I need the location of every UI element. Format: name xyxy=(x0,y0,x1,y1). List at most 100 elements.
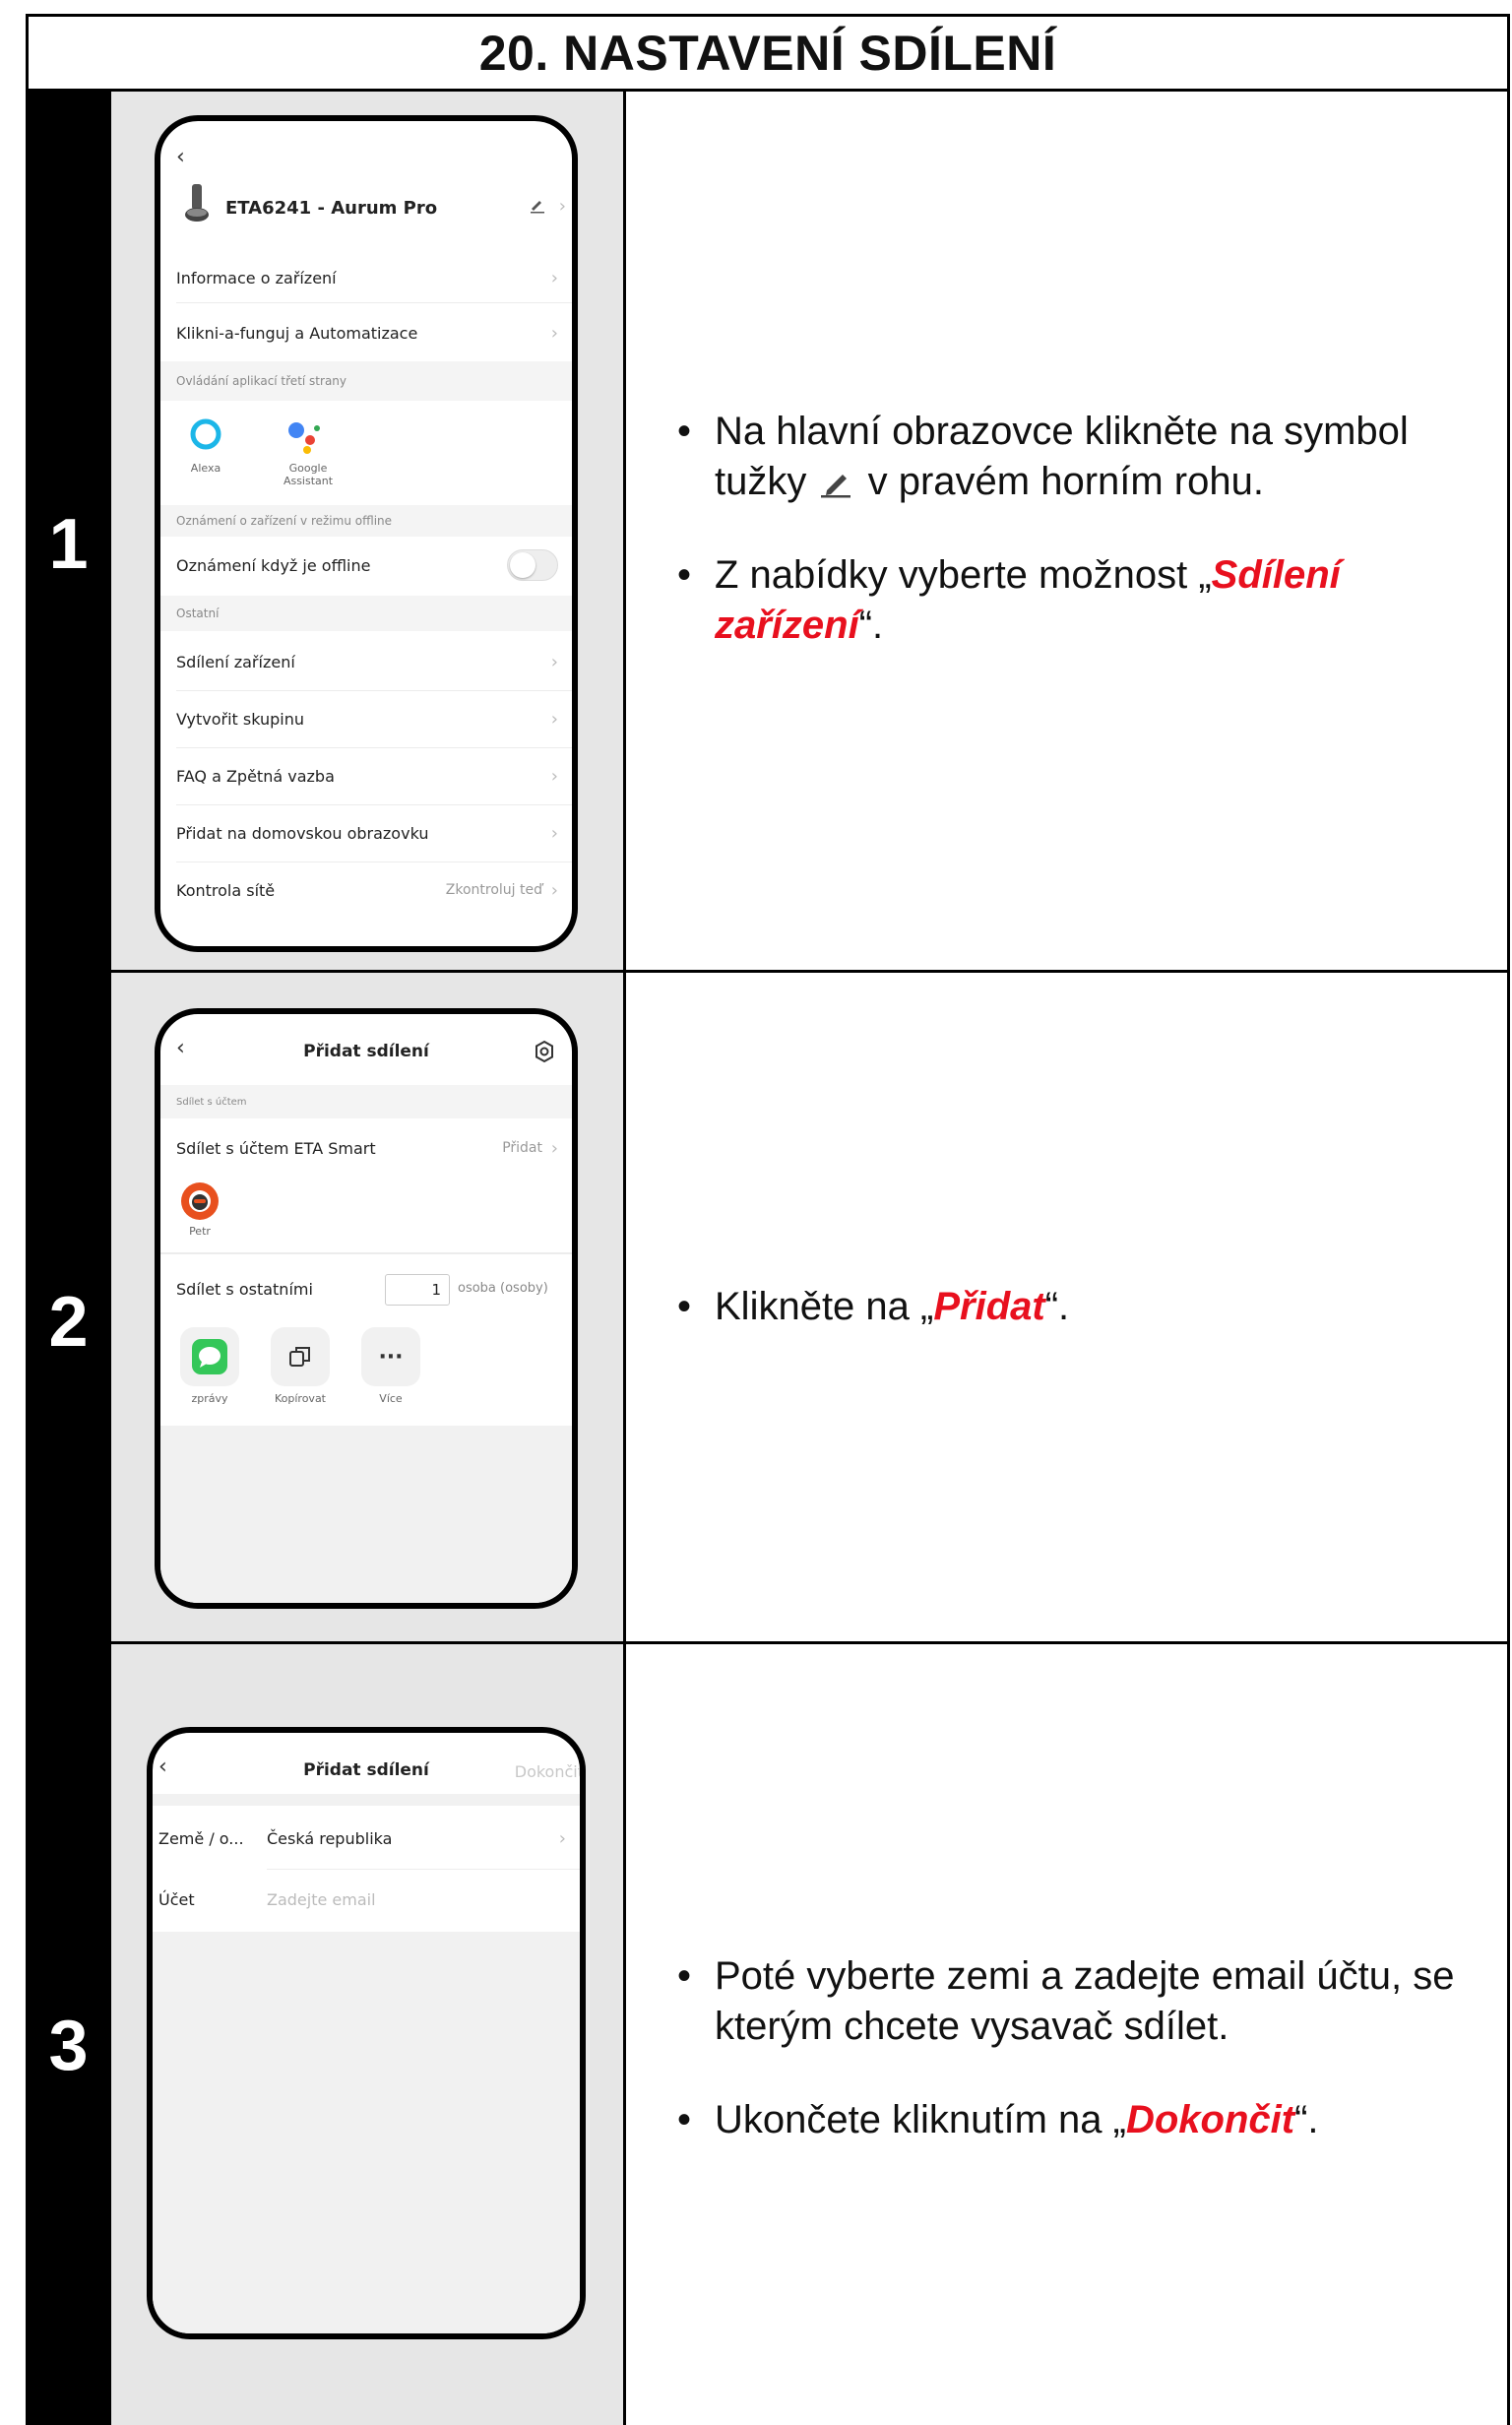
account-row: Účet Zadejte email xyxy=(153,1871,580,1928)
menu-item-create-group[interactable]: Vytvořit skupinu › xyxy=(160,692,572,745)
highlighted-option: Dokončit xyxy=(1125,2098,1295,2141)
copy-icon xyxy=(289,1347,310,1367)
section-other: Ostatní xyxy=(160,596,572,631)
row-label: Sdílet s ostatními xyxy=(176,1279,313,1299)
share-with-account-row[interactable]: Sdílet s účtem ETA Smart Přidat › xyxy=(160,1122,572,1174)
bullet-text: “. xyxy=(1294,2098,1319,2141)
step-1-bullet-1: • Na hlavní obrazovce klikněte na symbol… xyxy=(677,410,1409,503)
google-assistant-icon[interactable] xyxy=(286,418,326,458)
step-3-text-cell: • Poté vyberte zemi a zadejte email účtu… xyxy=(623,1644,1507,2425)
divider xyxy=(176,804,572,805)
phone-add-sharing: ‹ Přidat sdílení Sdílet s účtem Sdílet s… xyxy=(155,1008,578,1609)
step-number-1: 1 xyxy=(48,505,89,584)
phone-add-sharing-email: ‹ Přidat sdílení Dokončit Země / o... Čes… xyxy=(147,1727,586,2339)
menu-item-device-info[interactable]: Informace o zařízení › xyxy=(160,253,572,302)
divider xyxy=(176,302,572,303)
chevron-right-icon: › xyxy=(550,651,558,672)
person-count-input[interactable]: 1 xyxy=(385,1274,450,1306)
back-chevron-icon[interactable]: ‹ xyxy=(176,145,185,169)
chevron-right-icon: › xyxy=(550,267,558,288)
menu-item-label: FAQ a Zpětná vazba xyxy=(176,766,335,786)
pencil-icon xyxy=(817,461,856,498)
menu-item-faq[interactable]: FAQ a Zpětná vazba › xyxy=(160,749,572,802)
section-share-with-account: Sdílet s účtem xyxy=(160,1085,572,1118)
highlighted-option: Přidat xyxy=(933,1285,1045,1328)
divider xyxy=(267,1869,580,1870)
copy-app-tile[interactable] xyxy=(271,1327,330,1386)
chevron-right-icon: › xyxy=(550,1137,558,1159)
more-app-tile[interactable]: ··· xyxy=(361,1327,420,1386)
done-button[interactable]: Dokončit xyxy=(515,1762,580,1781)
add-share-action[interactable]: Přidat xyxy=(502,1140,542,1156)
chevron-right-icon: › xyxy=(558,1827,566,1849)
instruction-page: 20. NASTAVENÍ SDÍLENÍ 1 2 3 ‹ ETA6241 - … xyxy=(26,14,1510,2425)
step-3-bullets: • Poté vyberte zemi a zadejte email účtu… xyxy=(675,1951,1468,2189)
offline-notification-toggle[interactable] xyxy=(507,549,558,581)
header-chevron-icon: › xyxy=(558,196,566,217)
divider xyxy=(160,1252,572,1254)
divider xyxy=(176,690,572,691)
chevron-right-icon: › xyxy=(550,822,558,844)
messages-app-tile[interactable] xyxy=(180,1327,239,1386)
network-check-action[interactable]: Zkontroluj teď xyxy=(446,882,542,898)
divider xyxy=(176,747,572,748)
more-dots-icon: ··· xyxy=(378,1344,404,1370)
email-input[interactable]: Zadejte email xyxy=(267,1890,376,1909)
chevron-right-icon: › xyxy=(550,322,558,344)
alexa-label: Alexa xyxy=(190,462,221,475)
step-3-bullet-2: • Ukončete kliknutím na „Dokončit“. xyxy=(677,2098,1319,2141)
toggle-label: Oznámení když je offline xyxy=(176,555,371,575)
robot-vacuum-icon xyxy=(184,182,209,222)
copy-label: Kopírovat xyxy=(274,1392,326,1405)
menu-item-label: Vytvořit skupinu xyxy=(176,709,305,729)
bullet-text: “. xyxy=(858,604,884,647)
menu-item-network-check[interactable]: Kontrola sítě Zkontroluj teď › xyxy=(160,863,572,917)
step-1-bullet-2: • Z nabídky vyberte možnost „Sdílení zař… xyxy=(677,553,1341,647)
bullet-text: “. xyxy=(1044,1285,1070,1328)
step-3-screenshot-cell: ‹ Přidat sdílení Dokončit Země / o... Čes… xyxy=(108,1644,623,2425)
more-label: Více xyxy=(379,1392,403,1405)
step-2-text-cell: • Klikněte na „Přidat“. xyxy=(623,973,1507,1644)
screen-title: Přidat sdílení xyxy=(303,1042,429,1061)
menu-item-tap-to-run[interactable]: Klikni-a-funguj a Automatizace › xyxy=(160,308,572,357)
step-2-bullets: • Klikněte na „Přidat“. xyxy=(675,1282,1468,1375)
step-1-text-cell: • Na hlavní obrazovce klikněte na symbol… xyxy=(623,92,1507,986)
step-number-2: 2 xyxy=(48,1283,89,1362)
chevron-right-icon: › xyxy=(550,879,558,901)
menu-item-label: Sdílení zařízení xyxy=(176,652,295,671)
person-count-unit: osoba (osoby) xyxy=(458,1281,548,1296)
section-offline: Oznámení o zařízení v režimu offline xyxy=(160,505,572,537)
row-label: Sdílet s účtem ETA Smart xyxy=(176,1138,376,1158)
menu-item-share-device[interactable]: Sdílení zařízení › xyxy=(160,635,572,688)
chevron-right-icon: › xyxy=(550,765,558,787)
page-title: 20. NASTAVENÍ SDÍLENÍ xyxy=(29,17,1507,92)
country-label: Země / o... xyxy=(158,1828,244,1848)
menu-item-label: Informace o zařízení xyxy=(176,268,337,287)
device-name: ETA6241 - Aurum Pro xyxy=(225,198,438,219)
bullet-text: Ukončete kliknutím na „ xyxy=(715,2098,1126,2141)
section-third-party: Ovládání aplikací třetí strany xyxy=(160,361,572,401)
user-avatar xyxy=(180,1181,220,1225)
step-1-screenshot-cell: ‹ ETA6241 - Aurum Pro › Informace o zaří… xyxy=(108,92,623,986)
menu-item-add-home-screen[interactable]: Přidat na domovskou obrazovku › xyxy=(160,806,572,860)
bullet-text: v pravém horním rohu. xyxy=(856,460,1264,503)
country-row[interactable]: Země / o... Česká republika › xyxy=(153,1810,580,1867)
settings-gear-icon[interactable] xyxy=(533,1040,556,1067)
header-spacer xyxy=(153,1794,580,1806)
account-label: Účet xyxy=(158,1889,195,1909)
step-1-bullets: • Na hlavní obrazovce klikněte na symbol… xyxy=(675,407,1468,694)
messages-icon xyxy=(192,1339,227,1374)
country-value: Česká republika xyxy=(267,1828,393,1848)
menu-item-label: Kontrola sítě xyxy=(176,880,276,900)
step-2-bullet-1: • Klikněte na „Přidat“. xyxy=(677,1285,1070,1328)
menu-item-label: Přidat na domovskou obrazovku xyxy=(176,823,429,843)
empty-area xyxy=(160,1426,572,1603)
phone-device-settings: ‹ ETA6241 - Aurum Pro › Informace o zaří… xyxy=(155,115,578,952)
google-assistant-label: Google Assistant xyxy=(283,462,334,487)
step-3-bullet-1: • Poté vyberte zemi a zadejte email účtu… xyxy=(677,1954,1455,2048)
chevron-right-icon: › xyxy=(550,708,558,730)
alexa-icon[interactable] xyxy=(188,416,223,456)
edit-pencil-icon[interactable] xyxy=(529,198,548,218)
menu-item-label: Klikni-a-funguj a Automatizace xyxy=(176,323,418,343)
bullet-text: Klikněte na „ xyxy=(715,1285,934,1328)
